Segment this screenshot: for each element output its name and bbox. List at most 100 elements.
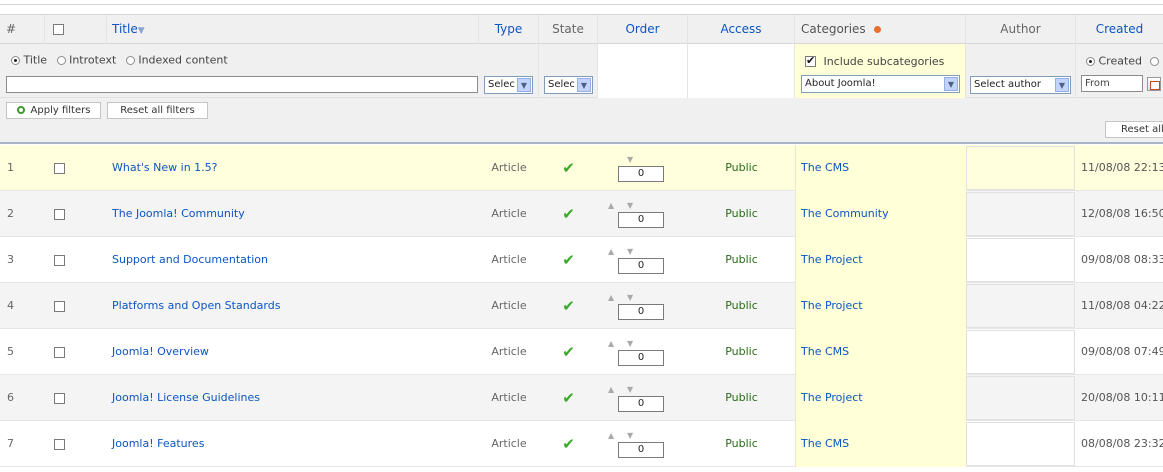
filter-row: Title Introtext Indexed content Selec ▼ S… bbox=[0, 44, 1163, 98]
column-order[interactable]: Order bbox=[598, 15, 688, 44]
modified-radio[interactable] bbox=[1149, 56, 1159, 66]
chevron-down-icon: ▼ bbox=[517, 78, 531, 92]
move-down-icon[interactable]: ▼ bbox=[627, 432, 633, 440]
row-checkbox[interactable] bbox=[54, 346, 65, 358]
category-link[interactable]: The Project bbox=[795, 283, 966, 329]
row-checkbox[interactable] bbox=[54, 208, 65, 220]
access-link[interactable]: Public bbox=[688, 145, 795, 191]
state-filter: Selec ▼ bbox=[539, 44, 598, 98]
row-checkbox-cell bbox=[45, 375, 107, 421]
row-checkbox[interactable] bbox=[54, 254, 65, 266]
category-link[interactable]: The CMS bbox=[795, 421, 966, 467]
move-up-icon[interactable]: ▲ bbox=[608, 432, 614, 440]
category-link[interactable]: The Community bbox=[795, 191, 966, 237]
created-radio[interactable] bbox=[1086, 56, 1095, 66]
column-type[interactable]: Type bbox=[479, 15, 539, 44]
category-link[interactable]: The Project bbox=[795, 237, 966, 283]
published-check-icon[interactable]: ✔ bbox=[562, 159, 575, 177]
search-mode-title-radio[interactable] bbox=[11, 55, 20, 65]
article-title-link[interactable]: What's New in 1.5? bbox=[107, 145, 479, 191]
access-link[interactable]: Public bbox=[688, 237, 795, 283]
move-down-icon[interactable]: ▼ bbox=[627, 156, 633, 164]
filter-buttons-row: Apply filters Reset all filters Reset al… bbox=[0, 98, 1163, 144]
move-up-icon[interactable]: ▲ bbox=[608, 386, 614, 394]
move-up-icon[interactable]: ▲ bbox=[608, 248, 614, 256]
article-type: Article bbox=[491, 391, 527, 404]
created-filter: Created From bbox=[1076, 44, 1163, 98]
search-mode-indexed-radio[interactable] bbox=[125, 55, 135, 65]
row-checkbox[interactable] bbox=[54, 438, 65, 450]
access-link[interactable]: Public bbox=[688, 421, 795, 467]
move-down-icon[interactable]: ▼ bbox=[627, 386, 633, 394]
article-title-link[interactable]: Support and Documentation bbox=[107, 237, 479, 283]
article-title-link[interactable]: Platforms and Open Standards bbox=[107, 283, 479, 329]
published-check-icon[interactable]: ✔ bbox=[562, 389, 575, 407]
select-all-checkbox[interactable] bbox=[53, 24, 64, 35]
published-check-icon[interactable]: ✔ bbox=[562, 205, 575, 223]
order-cell: ▲ ▼ 0 bbox=[598, 421, 688, 467]
category-link[interactable]: The CMS bbox=[795, 145, 966, 191]
date-from-input[interactable]: From bbox=[1081, 75, 1143, 92]
order-input[interactable]: 0 bbox=[618, 442, 664, 458]
published-check-icon[interactable]: ✔ bbox=[562, 435, 575, 453]
calendar-icon[interactable] bbox=[1147, 77, 1161, 91]
search-input[interactable] bbox=[6, 76, 478, 93]
column-title[interactable]: Title▼ bbox=[107, 15, 479, 44]
article-title-link[interactable]: The Joomla! Community bbox=[107, 191, 479, 237]
move-down-icon[interactable]: ▼ bbox=[627, 340, 633, 348]
published-check-icon[interactable]: ✔ bbox=[562, 343, 575, 361]
article-type: Article bbox=[491, 437, 527, 450]
published-check-icon[interactable]: ✔ bbox=[562, 251, 575, 269]
access-link[interactable]: Public bbox=[688, 283, 795, 329]
column-access[interactable]: Access bbox=[688, 15, 795, 44]
article-title-link[interactable]: Joomla! Features bbox=[107, 421, 479, 467]
sort-created-link[interactable]: Created bbox=[1096, 22, 1144, 36]
category-link[interactable]: The Project bbox=[795, 375, 966, 421]
apply-filters-button[interactable]: Apply filters bbox=[6, 102, 101, 119]
order-input[interactable]: 0 bbox=[618, 258, 664, 274]
move-down-icon[interactable]: ▼ bbox=[627, 202, 633, 210]
search-mode-introtext-radio[interactable] bbox=[56, 55, 66, 65]
reset-all-filters-button[interactable]: Reset all filters bbox=[107, 102, 208, 119]
category-select[interactable]: About Joomla! ▼ bbox=[801, 75, 960, 93]
type-filter: Selec ▼ bbox=[479, 44, 539, 98]
include-subcategories-checkbox[interactable] bbox=[805, 54, 816, 67]
sort-type-link[interactable]: Type bbox=[495, 22, 523, 36]
article-title-link[interactable]: Joomla! Overview bbox=[107, 329, 479, 375]
move-up-icon[interactable]: ▲ bbox=[608, 340, 614, 348]
row-checkbox[interactable] bbox=[54, 300, 65, 312]
move-up-icon[interactable]: ▲ bbox=[608, 294, 614, 302]
reset-all-button[interactable]: Reset all bbox=[1105, 121, 1163, 138]
type-select[interactable]: Selec ▼ bbox=[484, 76, 533, 94]
category-info-icon[interactable] bbox=[873, 26, 881, 33]
access-link[interactable]: Public bbox=[688, 191, 795, 237]
move-down-icon[interactable]: ▼ bbox=[627, 248, 633, 256]
access-link[interactable]: Public bbox=[688, 329, 795, 375]
search-filter: Title Introtext Indexed content bbox=[0, 44, 479, 98]
row-checkbox[interactable] bbox=[54, 392, 65, 404]
author-cell bbox=[966, 192, 1075, 236]
row-number: 3 bbox=[7, 253, 14, 266]
move-down-icon[interactable]: ▼ bbox=[627, 294, 633, 302]
sort-title-link[interactable]: Title bbox=[112, 22, 138, 36]
state-select[interactable]: Selec ▼ bbox=[544, 76, 593, 94]
order-input[interactable]: 0 bbox=[618, 396, 664, 412]
row-number: 7 bbox=[7, 437, 14, 450]
order-input[interactable]: 0 bbox=[618, 350, 664, 366]
category-link[interactable]: The CMS bbox=[795, 329, 966, 375]
column-created[interactable]: Created bbox=[1076, 15, 1163, 44]
article-title-link[interactable]: Joomla! License Guidelines bbox=[107, 375, 479, 421]
sort-access-link[interactable]: Access bbox=[720, 22, 761, 36]
order-input[interactable]: 0 bbox=[618, 212, 664, 228]
row-checkbox[interactable] bbox=[54, 162, 65, 174]
state-cell: ✔ bbox=[539, 237, 598, 283]
order-cell: ▲ ▼ 0 bbox=[598, 191, 688, 237]
created-date: 20/08/08 10:11 bbox=[1081, 391, 1163, 404]
move-up-icon[interactable]: ▲ bbox=[608, 202, 614, 210]
sort-order-link[interactable]: Order bbox=[625, 22, 659, 36]
access-link[interactable]: Public bbox=[688, 375, 795, 421]
order-input[interactable]: 0 bbox=[618, 166, 664, 182]
order-input[interactable]: 0 bbox=[618, 304, 664, 320]
author-select[interactable]: Select author ▼ bbox=[970, 76, 1071, 94]
published-check-icon[interactable]: ✔ bbox=[562, 297, 575, 315]
